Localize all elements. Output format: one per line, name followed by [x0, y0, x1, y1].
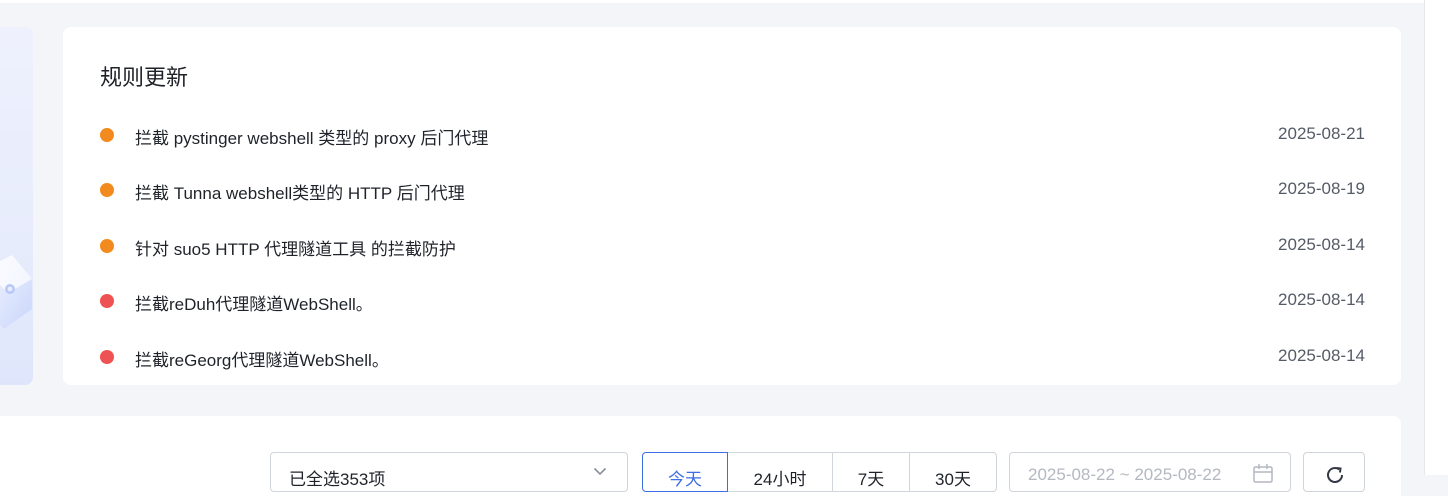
rule-date: 2025-08-14: [1278, 290, 1365, 309]
date-range-value: 2025-08-22 ~ 2025-08-22: [1028, 465, 1222, 484]
rule-item[interactable]: 拦截 pystinger webshell 类型的 proxy 后门代理 202…: [100, 120, 1365, 150]
rule-item[interactable]: 针对 suo5 HTTP 代理隧道工具 的拦截防护 2025-08-14: [100, 231, 1365, 261]
rule-text: 拦截reGeorg代理隧道WebShell。: [135, 351, 389, 370]
rule-updates-card: 规则更新 拦截 pystinger webshell 类型的 proxy 后门代…: [63, 27, 1401, 385]
top-strip: [0, 0, 1424, 3]
rule-text: 拦截 pystinger webshell 类型的 proxy 后门代理: [135, 129, 489, 148]
rule-item[interactable]: 拦截 Tunna webshell类型的 HTTP 后门代理 2025-08-1…: [100, 175, 1365, 205]
range-7d-button[interactable]: 7天: [832, 452, 910, 492]
rule-date: 2025-08-14: [1278, 346, 1365, 365]
rule-text: 针对 suo5 HTTP 代理隧道工具 的拦截防护: [135, 240, 456, 259]
rule-date: 2025-08-14: [1278, 235, 1365, 254]
category-select[interactable]: 已全选353项: [270, 452, 628, 492]
calendar-icon: [1253, 464, 1273, 483]
refresh-icon: [1327, 467, 1343, 483]
rule-text: 拦截 Tunna webshell类型的 HTTP 后门代理: [135, 184, 465, 203]
select-value: 已全选353项: [289, 470, 386, 489]
scrollbar[interactable]: [1424, 0, 1448, 475]
severity-dot: [100, 350, 114, 364]
severity-dot: [100, 239, 114, 253]
rule-date: 2025-08-19: [1278, 179, 1365, 198]
severity-dot: [100, 183, 114, 197]
rule-updates-title: 规则更新: [100, 65, 189, 90]
date-range-picker[interactable]: 2025-08-22 ~ 2025-08-22: [1009, 452, 1291, 492]
filter-bar: 已全选353项 今天 24小时 7天 30天 2025-08-22 ~ 2025…: [0, 416, 1401, 496]
range-24h-button[interactable]: 24小时: [727, 452, 833, 492]
rule-text: 拦截reDuh代理隧道WebShell。: [135, 295, 373, 314]
range-30d-button[interactable]: 30天: [909, 452, 997, 492]
rule-date: 2025-08-21: [1278, 124, 1365, 143]
shield-illustration: [0, 255, 32, 329]
rule-item[interactable]: 拦截reDuh代理隧道WebShell。 2025-08-14: [100, 286, 1365, 316]
refresh-button[interactable]: [1303, 452, 1365, 492]
range-today-button[interactable]: 今天: [642, 452, 728, 492]
severity-dot: [100, 128, 114, 142]
severity-dot: [100, 294, 114, 308]
rule-item[interactable]: 拦截reGeorg代理隧道WebShell。 2025-08-14: [100, 342, 1365, 372]
overview-card: [0, 27, 33, 385]
